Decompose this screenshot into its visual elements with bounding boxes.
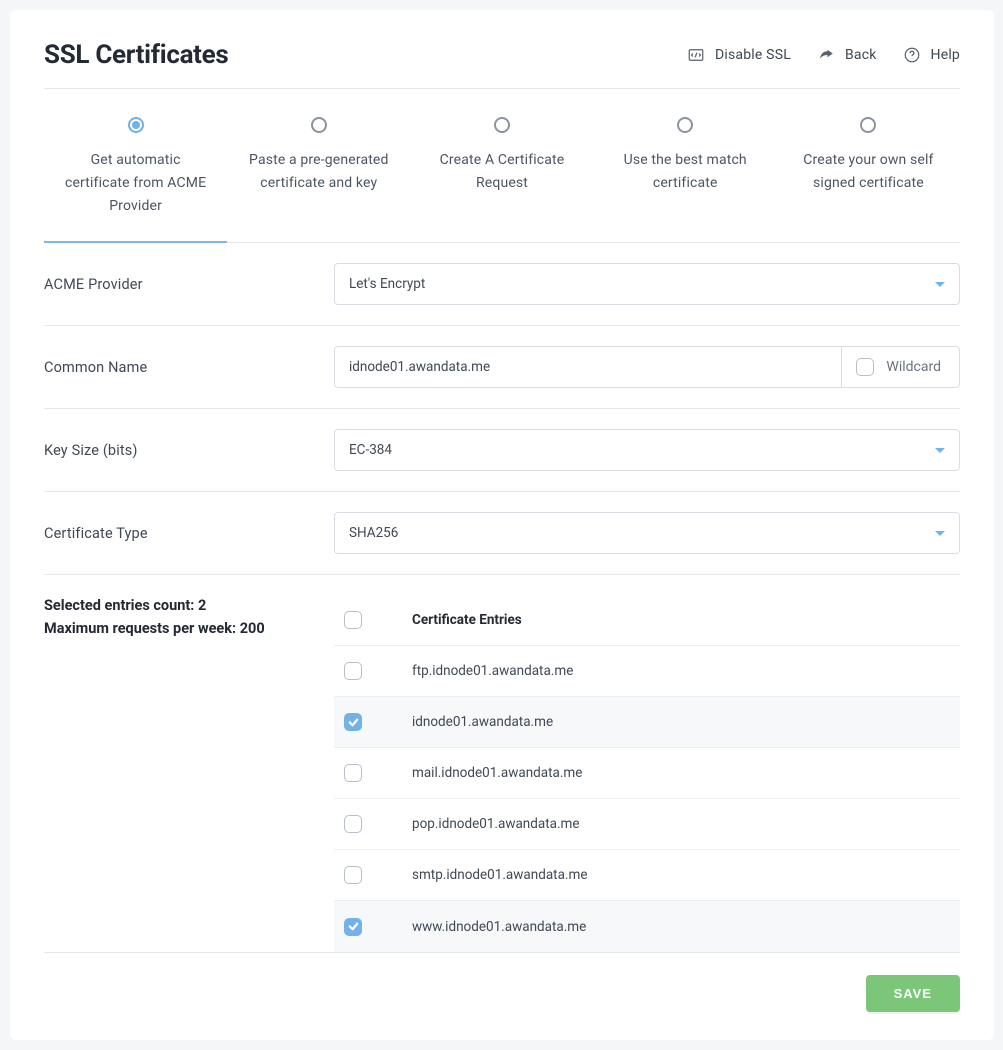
help-icon [903,46,921,64]
radio-icon [494,117,510,133]
entries-table: Certificate Entries ftp.idnode01.awandat… [334,595,960,952]
cert-type-label: Certificate Type [44,525,334,542]
entry-name: pop.idnode01.awandata.me [412,816,580,832]
save-button[interactable]: SAVE [866,975,960,1012]
radio-icon [311,117,327,133]
tab-option-3[interactable]: Use the best match certificate [594,89,777,242]
radio-icon [677,117,693,133]
tab-option-4[interactable]: Create your own self signed certificate [777,89,960,242]
entry-checkbox[interactable] [344,764,362,782]
entry-row[interactable]: www.idnode01.awandata.me [334,901,960,952]
header-actions: Disable SSL Back Help [687,46,960,64]
select-all-checkbox[interactable] [344,611,362,629]
entry-name: mail.idnode01.awandata.me [412,765,582,781]
entry-checkbox[interactable] [344,713,362,731]
common-name-row: Common Name idnode01.awandata.me Wildcar… [44,326,960,409]
entry-checkbox[interactable] [344,918,362,936]
common-name-input[interactable]: idnode01.awandata.me [334,346,842,388]
entry-row[interactable]: pop.idnode01.awandata.me [334,799,960,850]
entry-name: www.idnode01.awandata.me [412,919,586,935]
entry-name: smtp.idnode01.awandata.me [412,867,587,883]
panel-header: SSL Certificates Disable SSL Back Help [44,40,960,89]
common-name-label: Common Name [44,359,334,376]
chevron-down-icon [935,531,945,536]
key-size-select[interactable]: EC-384 [334,429,960,471]
back-label: Back [845,47,877,63]
wildcard-toggle[interactable]: Wildcard [842,346,960,388]
cert-mode-tabs: Get automatic certificate from ACME Prov… [44,89,960,243]
tab-label: Paste a pre-generated certificate and ke… [243,149,394,195]
entry-row[interactable]: ftp.idnode01.awandata.me [334,646,960,697]
tab-option-0[interactable]: Get automatic certificate from ACME Prov… [44,89,227,242]
share-arrow-icon [817,46,835,64]
entry-name: idnode01.awandata.me [412,714,553,730]
max-requests-text: Maximum requests per week: 200 [44,618,334,640]
entry-row[interactable]: idnode01.awandata.me [334,697,960,748]
entry-checkbox[interactable] [344,815,362,833]
key-size-label: Key Size (bits) [44,442,334,459]
key-size-value: EC-384 [349,442,392,458]
entry-checkbox[interactable] [344,662,362,680]
chevron-down-icon [935,448,945,453]
page-title: SSL Certificates [44,40,228,70]
help-button[interactable]: Help [903,46,960,64]
common-name-value: idnode01.awandata.me [349,359,490,375]
acme-provider-value: Let's Encrypt [349,276,425,292]
entries-column-header: Certificate Entries [412,612,522,628]
cert-type-value: SHA256 [349,525,398,541]
ssl-certificates-panel: SSL Certificates Disable SSL Back Help G… [10,10,994,1040]
tab-label: Get automatic certificate from ACME Prov… [60,149,211,218]
acme-provider-select[interactable]: Let's Encrypt [334,263,960,305]
wildcard-label: Wildcard [886,359,941,375]
entry-row[interactable]: smtp.idnode01.awandata.me [334,850,960,901]
selected-count-text: Selected entries count: 2 [44,595,334,617]
panel-footer: SAVE [44,953,960,1012]
chevron-down-icon [935,282,945,287]
tab-option-2[interactable]: Create A Certificate Request [410,89,593,242]
code-off-icon [687,46,705,64]
tab-option-1[interactable]: Paste a pre-generated certificate and ke… [227,89,410,242]
tab-label: Create A Certificate Request [426,149,577,195]
disable-ssl-label: Disable SSL [715,47,791,63]
entries-header-row: Certificate Entries [334,595,960,646]
acme-provider-label: ACME Provider [44,276,334,293]
help-label: Help [931,47,960,63]
entries-summary: Selected entries count: 2 Maximum reques… [44,595,334,952]
disable-ssl-button[interactable]: Disable SSL [687,46,791,64]
radio-icon [860,117,876,133]
entry-row[interactable]: mail.idnode01.awandata.me [334,748,960,799]
tab-label: Create your own self signed certificate [793,149,944,195]
entries-section: Selected entries count: 2 Maximum reques… [44,575,960,953]
key-size-row: Key Size (bits) EC-384 [44,409,960,492]
acme-provider-row: ACME Provider Let's Encrypt [44,243,960,326]
cert-type-row: Certificate Type SHA256 [44,492,960,575]
entry-checkbox[interactable] [344,866,362,884]
wildcard-checkbox[interactable] [856,358,874,376]
cert-type-select[interactable]: SHA256 [334,512,960,554]
radio-icon [128,117,144,133]
entry-name: ftp.idnode01.awandata.me [412,663,573,679]
tab-label: Use the best match certificate [610,149,761,195]
back-button[interactable]: Back [817,46,877,64]
